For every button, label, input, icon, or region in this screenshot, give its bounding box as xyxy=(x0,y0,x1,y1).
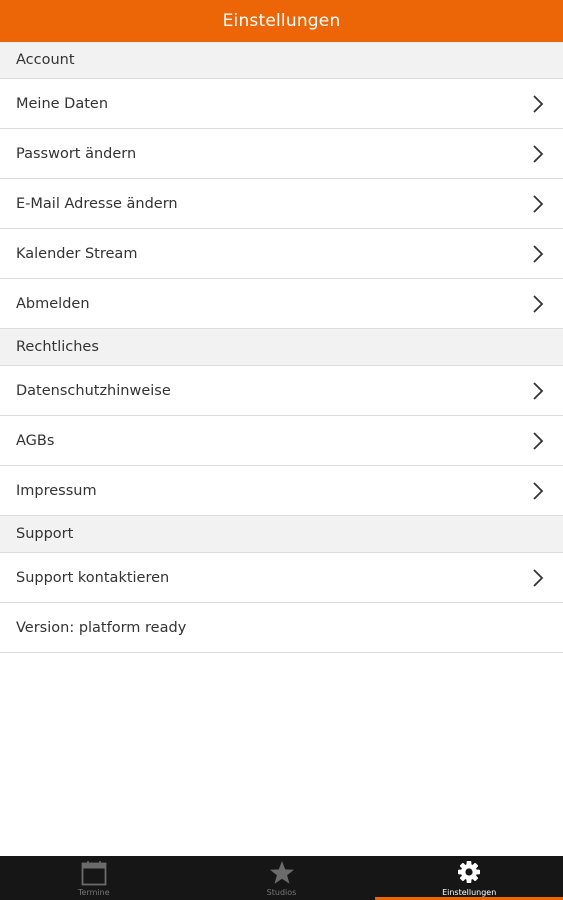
settings-item-abmelden[interactable]: Abmelden xyxy=(0,279,563,329)
settings-item-label: Support kontaktieren xyxy=(16,569,170,586)
chevron-right-icon xyxy=(533,94,544,113)
settings-item-label: Meine Daten xyxy=(16,95,109,112)
chevron-right-icon xyxy=(533,294,544,313)
chevron-right-icon xyxy=(533,194,544,213)
settings-item-label: AGBs xyxy=(16,432,55,449)
section-header-support: Support xyxy=(0,516,563,553)
settings-screen: Einstellungen Account Meine Daten Passwo… xyxy=(0,0,563,900)
chevron-right-icon xyxy=(533,381,544,400)
settings-item-support-kontaktieren[interactable]: Support kontaktieren xyxy=(0,553,563,603)
page-title: Einstellungen xyxy=(222,11,341,31)
chevron-right-icon xyxy=(533,244,544,263)
bottom-tab-bar: Termine Studios Einstellungen xyxy=(0,856,563,900)
settings-item-passwort-aendern[interactable]: Passwort ändern xyxy=(0,129,563,179)
tab-termine[interactable]: Termine xyxy=(0,856,188,900)
gear-icon xyxy=(458,861,481,883)
settings-item-label: E-Mail Adresse ändern xyxy=(16,195,178,212)
chevron-right-icon xyxy=(533,144,544,163)
settings-item-label: Abmelden xyxy=(16,295,90,312)
calendar-icon xyxy=(81,861,107,886)
star-icon xyxy=(269,861,294,884)
tab-label: Studios xyxy=(266,888,297,897)
tab-einstellungen[interactable]: Einstellungen xyxy=(375,856,563,900)
settings-item-agbs[interactable]: AGBs xyxy=(0,416,563,466)
settings-item-label: Impressum xyxy=(16,482,97,499)
app-header: Einstellungen xyxy=(0,0,563,42)
section-header-account: Account xyxy=(0,42,563,79)
chevron-right-icon xyxy=(533,481,544,500)
settings-item-impressum[interactable]: Impressum xyxy=(0,466,563,516)
settings-item-datenschutzhinweise[interactable]: Datenschutzhinweise xyxy=(0,366,563,416)
version-text: Version: platform ready xyxy=(16,619,187,636)
chevron-right-icon xyxy=(533,431,544,450)
section-header-rechtliches: Rechtliches xyxy=(0,329,563,366)
settings-item-label: Datenschutzhinweise xyxy=(16,382,171,399)
settings-item-label: Passwort ändern xyxy=(16,145,137,162)
settings-item-meine-daten[interactable]: Meine Daten xyxy=(0,79,563,129)
settings-item-label: Kalender Stream xyxy=(16,245,138,262)
settings-list: Account Meine Daten Passwort ändern E-Ma… xyxy=(0,42,563,653)
settings-item-email-aendern[interactable]: E-Mail Adresse ändern xyxy=(0,179,563,229)
tab-studios[interactable]: Studios xyxy=(188,856,376,900)
tab-label: Einstellungen xyxy=(442,888,497,897)
settings-item-kalender-stream[interactable]: Kalender Stream xyxy=(0,229,563,279)
version-row: Version: platform ready xyxy=(0,603,563,653)
tab-label: Termine xyxy=(78,888,110,897)
chevron-right-icon xyxy=(533,568,544,587)
